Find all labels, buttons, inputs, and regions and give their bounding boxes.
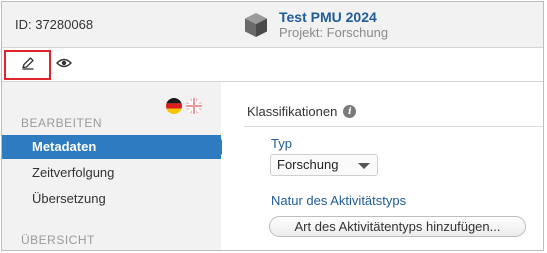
pencil-icon xyxy=(21,56,35,75)
nature-label: Natur des Aktivitätstyps xyxy=(271,193,407,208)
header: ID: 37280068 Test PMU 2024 Projekt: Fors… xyxy=(2,2,543,48)
edit-button[interactable] xyxy=(4,50,51,80)
eye-icon xyxy=(56,56,72,74)
section-label-overview: ÜBERSICHT xyxy=(21,233,95,247)
cube-icon xyxy=(244,12,268,43)
sidebar-item-metadaten[interactable]: Metadaten xyxy=(2,135,229,159)
divider xyxy=(244,126,543,127)
section-label-edit: BEARBEITEN xyxy=(21,116,103,130)
sidebar: BEARBEITEN Metadaten Zeitverfolgung Über… xyxy=(2,82,229,250)
flag-uk-icon[interactable] xyxy=(186,98,202,114)
add-activity-type-button[interactable]: Art des Aktivitätentyps hinzufügen... xyxy=(269,216,526,237)
record-id: ID: 37280068 xyxy=(15,17,94,32)
flag-de-icon[interactable] xyxy=(166,98,182,114)
project-title[interactable]: Test PMU 2024 xyxy=(279,9,377,25)
type-select-value: Forschung xyxy=(277,157,339,172)
info-icon[interactable]: i xyxy=(343,105,357,118)
type-select[interactable]: Forschung xyxy=(270,154,378,176)
toolbar xyxy=(2,48,543,82)
sidebar-item-uebersetzung[interactable]: Übersetzung xyxy=(2,187,221,211)
app-frame: ID: 37280068 Test PMU 2024 Projekt: Fors… xyxy=(1,1,544,251)
type-label: Typ xyxy=(271,136,292,151)
project-subtitle: Projekt: Forschung xyxy=(279,25,389,40)
view-button[interactable] xyxy=(55,57,73,73)
language-switcher xyxy=(166,98,202,114)
chevron-down-icon xyxy=(358,163,370,169)
sidebar-item-zeitverfolgung[interactable]: Zeitverfolgung xyxy=(2,161,221,185)
heading-label: Klassifikationen xyxy=(247,104,338,119)
main-content: Klassifikationen i Typ Forschung Natur d… xyxy=(222,82,543,250)
section-heading: Klassifikationen i xyxy=(247,104,357,119)
